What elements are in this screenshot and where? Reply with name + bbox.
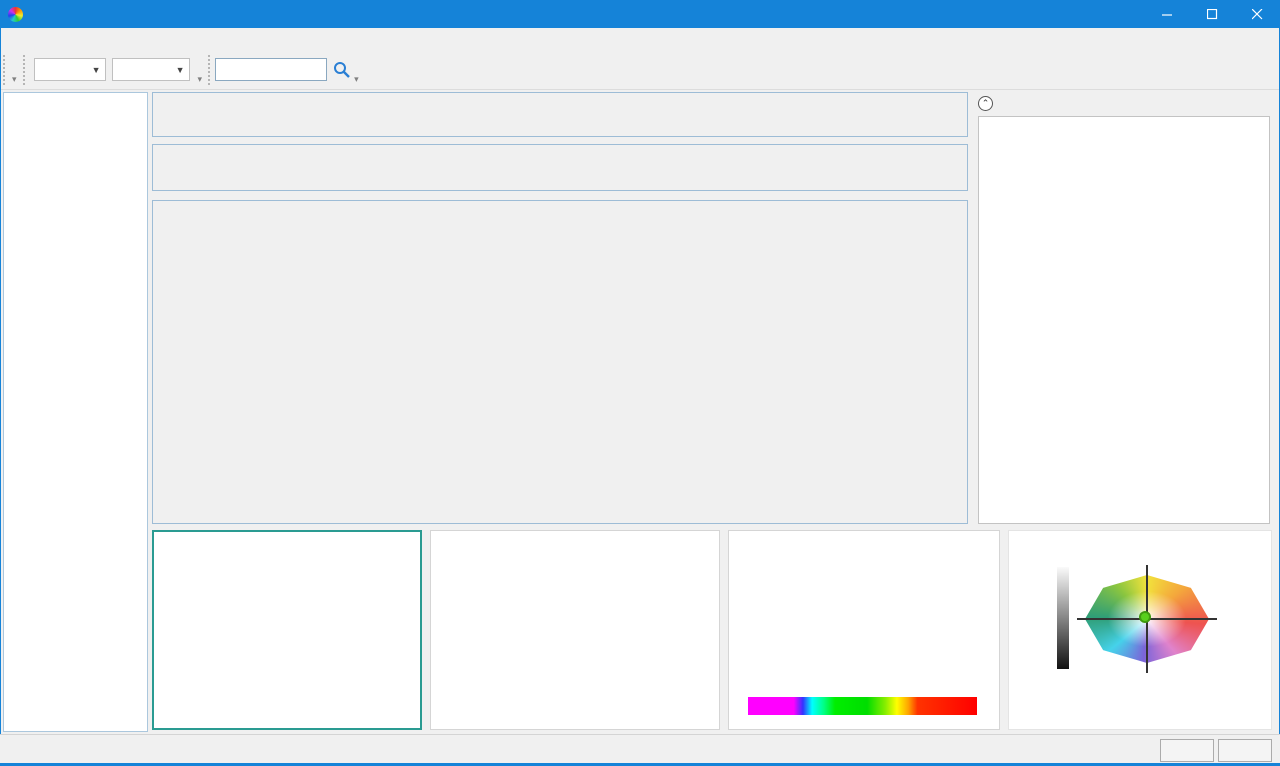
status-bar xyxy=(0,734,1280,766)
charts-row xyxy=(152,530,1272,730)
search-icon[interactable] xyxy=(332,60,352,80)
illuminant-select[interactable]: ▼ xyxy=(112,58,190,81)
toolbar-overflow-icon[interactable]: ▾ xyxy=(354,74,359,85)
sci-select[interactable]: ▼ xyxy=(34,58,106,81)
chart-de-panel xyxy=(430,530,720,730)
spectrum-color-bar xyxy=(748,697,977,715)
chart-lab-panel xyxy=(1008,530,1272,730)
minimize-button[interactable] xyxy=(1145,0,1190,28)
color-diff-card xyxy=(978,116,1270,524)
title-bar xyxy=(0,0,1280,28)
toolbar-grip[interactable] xyxy=(23,55,28,85)
menu-bar xyxy=(1,28,1279,50)
close-button[interactable] xyxy=(1235,0,1280,28)
sample-table-panel xyxy=(152,200,968,524)
collapse-icon[interactable]: ⌃ xyxy=(978,96,993,111)
application-window: ▾ ▼ ▼ ▾ ▾ ⌃ xyxy=(0,0,1280,766)
tolerance-table-panel xyxy=(152,92,968,137)
chevron-down-icon: ▼ xyxy=(92,65,101,75)
toolbar-overflow-icon[interactable]: ▾ xyxy=(12,74,17,85)
maximize-button[interactable] xyxy=(1190,0,1235,28)
chevron-down-icon: ▼ xyxy=(176,65,185,75)
toolbar-grip[interactable] xyxy=(3,55,8,85)
color-diff-header: ⌃ xyxy=(974,92,1274,114)
app-icon xyxy=(8,7,23,22)
search-input[interactable] xyxy=(215,58,327,81)
toolbar-grip[interactable] xyxy=(208,55,213,85)
toolbar: ▾ ▼ ▼ ▾ ▾ xyxy=(1,50,1279,90)
chart-spectral-panel xyxy=(728,530,1000,730)
chart-scatter-panel xyxy=(152,530,422,730)
auto-button[interactable] xyxy=(1160,739,1214,762)
toolbar-overflow-icon[interactable]: ▾ xyxy=(198,74,203,85)
status-blank-button[interactable] xyxy=(1218,739,1272,762)
sample-tree xyxy=(3,92,148,732)
sample-point-marker xyxy=(1139,611,1151,623)
standard-table-panel xyxy=(152,144,968,191)
lightness-scale-bar xyxy=(1057,567,1069,669)
